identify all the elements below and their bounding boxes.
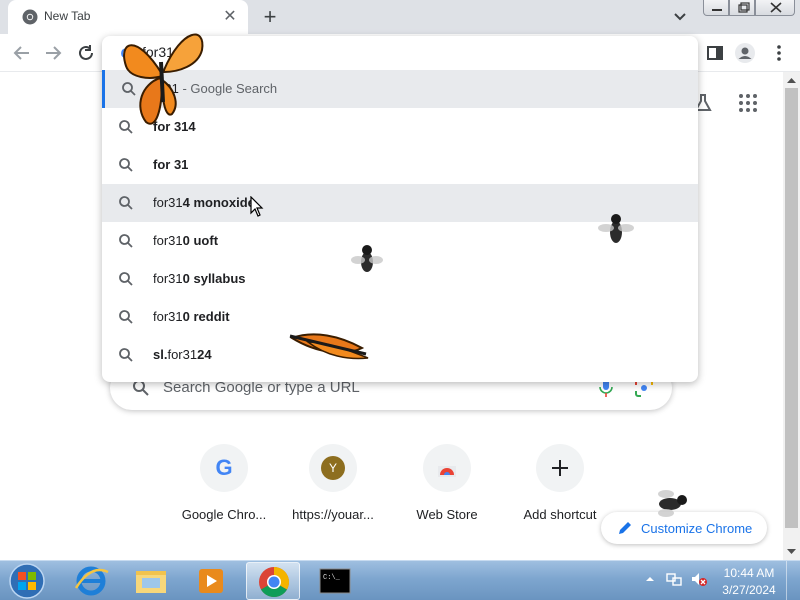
shortcut-google-chrome[interactable]: G Google Chro...: [168, 442, 280, 532]
suggestion-completion: 31: [170, 157, 189, 172]
folder-icon: [136, 571, 166, 593]
shortcut-tile: G: [200, 444, 248, 492]
search-icon: [119, 348, 133, 362]
minimize-icon: [712, 9, 722, 11]
shortcut-web-store[interactable]: Web Store: [391, 442, 503, 532]
fly-icon: [658, 490, 687, 517]
suggestion-completion: 24: [197, 347, 212, 362]
taskbar-media-player[interactable]: [184, 562, 238, 600]
suggestion-text: for314 monoxide: [153, 195, 255, 210]
suggestion-completion: 4 monoxide: [182, 195, 255, 210]
taskbar-command-prompt[interactable]: C:\_: [308, 562, 362, 600]
tab-close-icon[interactable]: ✕: [220, 7, 240, 27]
kebab-menu-icon[interactable]: [768, 42, 790, 64]
new-tab-button[interactable]: +: [258, 6, 282, 30]
plus-icon: [552, 460, 568, 476]
suggestion-completion: 0 syllabus: [182, 271, 246, 286]
suggestion-prefix: sl.: [153, 347, 168, 362]
suggestion-item[interactable]: sl.for3124: [102, 336, 698, 374]
suggestion-text: for310 reddit: [153, 309, 230, 324]
letter-y-avatar: Y: [321, 456, 345, 480]
window-minimize-button[interactable]: [703, 0, 729, 16]
command-prompt-icon: C:\_: [319, 568, 351, 594]
suggestion-match: for31: [153, 233, 183, 248]
profile-avatar-icon[interactable]: [734, 42, 756, 64]
suggestion-match: for31: [167, 347, 198, 362]
suggestion-text: sl.for3124: [153, 347, 212, 362]
add-shortcut-button[interactable]: Add shortcut: [504, 442, 616, 532]
page-scrollbar[interactable]: [783, 72, 800, 560]
network-icon[interactable]: [665, 570, 683, 588]
suggestion-text: for310 syllabus: [153, 271, 246, 286]
shortcut-tile: [423, 444, 471, 492]
fly-icon: [598, 214, 634, 243]
butterfly-icon: [123, 33, 204, 125]
suggestion-completion: 0 uoft: [182, 233, 219, 248]
restore-icon: [738, 2, 750, 13]
search-icon: [119, 310, 133, 324]
search-icon: [119, 272, 133, 286]
fly-icon: [351, 245, 383, 272]
shortcut-label: Add shortcut: [523, 507, 597, 522]
shortcut-label: Web Store: [416, 507, 478, 522]
suggestion-text: for 31: [153, 157, 188, 172]
suggestion-match: for31: [153, 195, 183, 210]
suggestion-match: for: [153, 157, 171, 172]
search-icon: [119, 196, 133, 210]
suggestion-item[interactable]: for 31: [102, 146, 698, 184]
scrollbar-thumb[interactable]: [785, 88, 798, 528]
taskbar-chrome[interactable]: [246, 562, 300, 600]
shortcut-label: https://youar...: [292, 507, 374, 522]
suggestion-completion: 0 reddit: [182, 309, 230, 324]
side-panel-icon[interactable]: [704, 42, 726, 64]
shortcut-tile: Y: [309, 444, 357, 492]
suggestion-match: for31: [153, 271, 183, 286]
cmd-icon-text: C:\_: [323, 574, 341, 582]
google-g-icon: G: [215, 455, 232, 480]
back-arrow-icon[interactable]: [11, 42, 33, 64]
suggestion-match: for31: [153, 309, 183, 324]
screen: New Tab ✕ + Search Google or type a URL …: [0, 0, 800, 600]
google-apps-grid-icon[interactable]: [738, 93, 758, 113]
shortcut-tile: [536, 444, 584, 492]
taskbar-file-explorer[interactable]: [124, 562, 178, 600]
internet-explorer-icon: [74, 566, 109, 596]
svg-text:G: G: [215, 455, 232, 480]
tab-title: New Tab: [44, 9, 91, 23]
close-icon: [770, 2, 782, 13]
webstore-icon: [438, 466, 456, 477]
suggestion-item[interactable]: for310 reddit: [102, 298, 698, 336]
butterfly-icon: [289, 333, 369, 360]
taskbar-clock-date[interactable]: 3/27/2024: [716, 583, 782, 597]
forward-arrow-icon[interactable]: [42, 42, 64, 64]
mouse-pointer-icon: [250, 196, 264, 217]
chevron-down-icon[interactable]: [670, 8, 690, 26]
chrome-icon: [259, 567, 290, 598]
shortcut-label: Google Chro...: [181, 507, 267, 522]
volume-muted-icon[interactable]: [690, 570, 708, 588]
taskbar-clock-time[interactable]: 10:44 AM: [716, 566, 782, 580]
search-icon: [119, 234, 133, 248]
search-icon: [119, 158, 133, 172]
window-close-button[interactable]: [755, 0, 795, 16]
windows-start-orb-icon[interactable]: [6, 562, 48, 600]
scroll-up-arrow-icon[interactable]: [787, 76, 796, 85]
scroll-down-arrow-icon[interactable]: [787, 547, 796, 556]
show-desktop-button[interactable]: [786, 561, 800, 600]
window-restore-button[interactable]: [729, 0, 755, 16]
customize-chrome-label: Customize Chrome: [641, 521, 753, 536]
shortcut-youar[interactable]: Y https://youar...: [277, 442, 389, 532]
avatar-letter: Y: [329, 461, 337, 475]
suggestion-item[interactable]: for310 syllabus: [102, 260, 698, 298]
chrome-icon: [22, 9, 38, 25]
reload-icon[interactable]: [75, 42, 97, 64]
show-hidden-icons-arrow-icon[interactable]: [644, 573, 656, 585]
pencil-icon: [619, 522, 631, 534]
media-player-icon: [199, 569, 223, 593]
taskbar-internet-explorer[interactable]: [64, 562, 118, 600]
suggestion-text: for310 uoft: [153, 233, 218, 248]
